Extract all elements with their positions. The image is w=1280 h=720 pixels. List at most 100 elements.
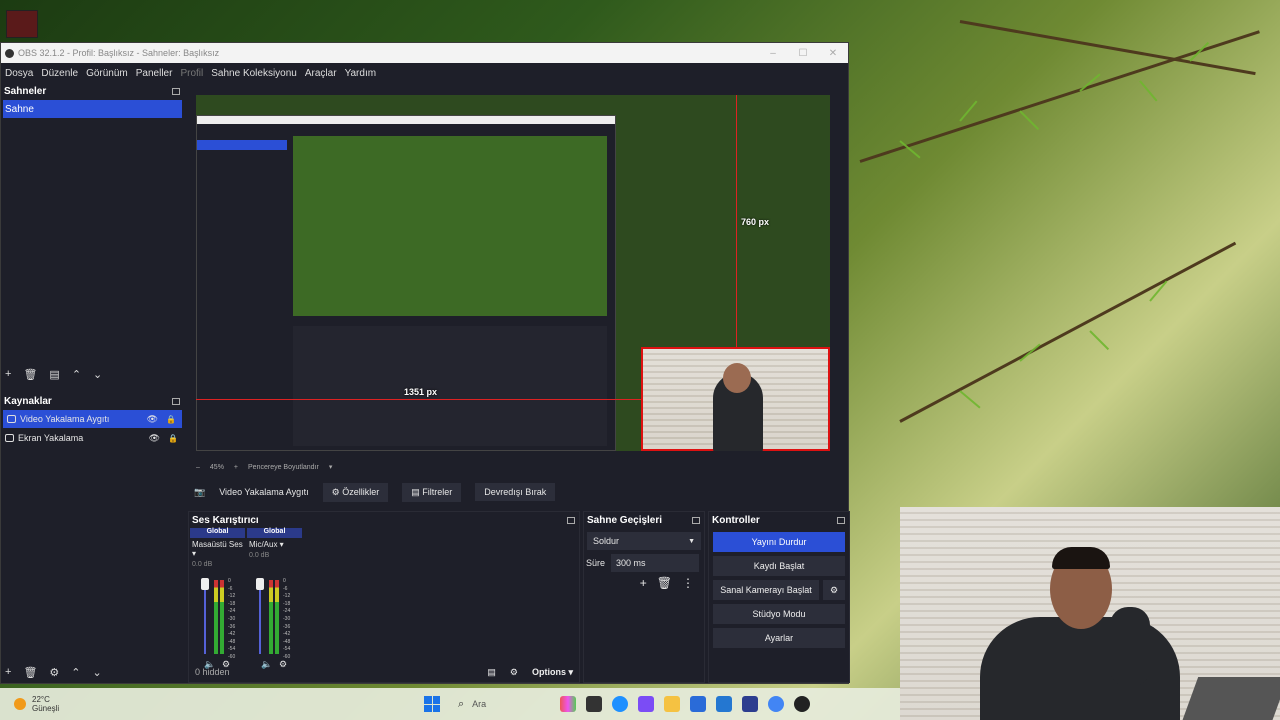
edge-icon[interactable] bbox=[612, 696, 628, 712]
fader-knob[interactable] bbox=[201, 578, 209, 590]
studio-mode-button[interactable]: Stüdyo Modu bbox=[713, 604, 845, 624]
menu-araclar[interactable]: Araçlar bbox=[301, 68, 341, 79]
properties-button[interactable]: ⚙ Özellikler bbox=[322, 482, 389, 502]
remove-scene-icon[interactable]: 🗑 bbox=[23, 368, 37, 381]
chevron-down-icon[interactable]: ▾ bbox=[329, 463, 333, 471]
volume-meter bbox=[214, 580, 218, 654]
eye-icon[interactable]: 👁 bbox=[149, 433, 160, 444]
sources-dock: Kaynaklar Video Yakalama Aygıtı 👁 🔒 Ekra… bbox=[1, 393, 184, 685]
add-transition-icon[interactable]: + bbox=[640, 576, 647, 590]
horizontal-guide-label: 1351 px bbox=[404, 387, 438, 397]
add-scene-icon[interactable]: + bbox=[5, 368, 11, 380]
filters-button[interactable]: ▤ Filtreler bbox=[402, 482, 462, 502]
remove-source-icon[interactable]: 🗑 bbox=[23, 666, 37, 679]
close-button[interactable]: ✕ bbox=[818, 48, 848, 59]
sun-icon bbox=[14, 698, 26, 710]
desktop-app-icon[interactable] bbox=[6, 10, 38, 38]
menu-duzenle[interactable]: Düzenle bbox=[37, 68, 82, 79]
window-title: OBS 32.1.2 - Profil: Başlıksız - Sahnele… bbox=[18, 48, 220, 58]
stop-stream-button[interactable]: Yayını Durdur bbox=[713, 532, 845, 552]
store-icon[interactable] bbox=[690, 696, 706, 712]
mixer-title: Ses Karıştırıcı bbox=[192, 514, 259, 526]
remove-transition-icon[interactable]: 🗑 bbox=[657, 576, 672, 590]
undock-icon[interactable] bbox=[567, 516, 575, 524]
volume-meter bbox=[275, 580, 279, 654]
more-options-icon[interactable]: ⋮ bbox=[682, 576, 694, 590]
vertical-guide bbox=[736, 95, 737, 347]
move-down-icon[interactable]: ⌄ bbox=[93, 666, 102, 679]
file-explorer-icon[interactable] bbox=[664, 696, 680, 712]
menu-gorunum[interactable]: Görünüm bbox=[82, 68, 132, 79]
webcam-overlay bbox=[900, 507, 1280, 720]
undock-icon[interactable] bbox=[837, 516, 845, 524]
undock-icon[interactable] bbox=[172, 397, 180, 405]
transition-select[interactable]: Soldur ▼ bbox=[587, 532, 701, 550]
task-view-icon[interactable] bbox=[586, 696, 602, 712]
gear-icon[interactable]: ⚙ bbox=[823, 580, 845, 600]
db-scale: 0 -6 -12 -18 -24 -30 -36 -42 -48 -54 -60 bbox=[228, 578, 236, 660]
zoom-in-icon[interactable]: + bbox=[234, 464, 238, 471]
zoom-out-icon[interactable]: – bbox=[196, 464, 200, 471]
fit-to-window[interactable]: Pencereye Boyutlandır bbox=[248, 464, 319, 471]
preview-canvas[interactable]: 760 px 1351 px bbox=[196, 95, 830, 451]
volume-fader[interactable] bbox=[259, 580, 261, 654]
search-icon: ⌕ bbox=[458, 697, 465, 710]
move-up-icon[interactable]: ⌃ bbox=[72, 368, 81, 381]
source-toolbar: 📷 Video Yakalama Aygıtı ⚙ Özellikler ▤ F… bbox=[188, 481, 850, 503]
camera-source-frame[interactable] bbox=[641, 347, 830, 451]
fader-knob[interactable] bbox=[256, 578, 264, 590]
widgets-icon[interactable] bbox=[560, 696, 576, 712]
title-bar: OBS 32.1.2 - Profil: Başlıksız - Sahnele… bbox=[1, 43, 848, 63]
menu-dosya[interactable]: Dosya bbox=[1, 68, 37, 79]
undock-icon[interactable] bbox=[692, 516, 700, 524]
lock-icon[interactable]: 🔒 bbox=[166, 415, 176, 424]
zoom-row: – 45% + Pencereye Boyutlandır ▾ bbox=[196, 463, 333, 472]
app-icon[interactable] bbox=[742, 696, 758, 712]
maximize-button[interactable]: ☐ bbox=[788, 48, 818, 59]
deactivate-button[interactable]: Devredışı Bırak bbox=[475, 483, 556, 501]
source-item-label: Ekran Yakalama bbox=[18, 433, 84, 443]
source-item[interactable]: Ekran Yakalama 👁 🔒 bbox=[1, 429, 184, 447]
weather-condition: Güneşli bbox=[32, 704, 60, 713]
scenes-dock: Sahneler Sahne + 🗑 ▤ ⌃ ⌄ bbox=[1, 83, 184, 393]
obs-taskbar-icon[interactable] bbox=[794, 696, 810, 712]
scene-filters-icon[interactable]: ▤ bbox=[49, 368, 59, 381]
windows-start-icon[interactable] bbox=[424, 696, 440, 712]
options-button[interactable]: Options ▾ bbox=[532, 667, 573, 678]
menu-yardim[interactable]: Yardım bbox=[341, 68, 381, 79]
layout-icon[interactable]: ▤ bbox=[487, 667, 496, 678]
menu-sahne-koleksiyonu[interactable]: Sahne Koleksiyonu bbox=[207, 68, 301, 79]
menu-paneller[interactable]: Paneller bbox=[132, 68, 177, 79]
duration-input[interactable]: 300 ms bbox=[611, 554, 700, 572]
move-up-icon[interactable]: ⌃ bbox=[71, 666, 80, 679]
start-recording-button[interactable]: Kaydı Başlat bbox=[713, 556, 845, 576]
menu-profil[interactable]: Profil bbox=[176, 68, 207, 79]
move-down-icon[interactable]: ⌄ bbox=[93, 368, 102, 381]
volume-fader[interactable] bbox=[204, 580, 206, 654]
obs-window: OBS 32.1.2 - Profil: Başlıksız - Sahnele… bbox=[0, 42, 850, 685]
lock-icon[interactable]: 🔒 bbox=[168, 434, 178, 443]
source-item[interactable]: Video Yakalama Aygıtı 👁 🔒 bbox=[3, 410, 182, 428]
source-properties-icon[interactable]: ⚙ bbox=[49, 666, 59, 679]
camera-icon bbox=[7, 415, 16, 423]
add-source-icon[interactable]: + bbox=[5, 666, 11, 678]
undock-icon[interactable] bbox=[172, 87, 180, 95]
db-scale: 0 -6 -12 -18 -24 -30 -36 -42 -48 -54 -60 bbox=[283, 578, 291, 660]
sources-title: Kaynaklar bbox=[4, 395, 52, 407]
minimize-button[interactable]: – bbox=[758, 48, 788, 59]
sources-toolbar: + 🗑 ⚙ ⌃ ⌄ bbox=[1, 663, 102, 681]
obs-logo-icon bbox=[5, 48, 14, 58]
scene-transitions-dock: Sahne Geçişleri Soldur ▼ Süre 300 ms + 🗑… bbox=[583, 511, 705, 683]
monitor-icon bbox=[5, 434, 14, 442]
scene-item[interactable]: Sahne bbox=[3, 100, 182, 118]
chrome-icon[interactable] bbox=[768, 696, 784, 712]
start-virtual-camera-button[interactable]: Sanal Kamerayı Başlat bbox=[713, 580, 819, 600]
copilot-icon[interactable] bbox=[638, 696, 654, 712]
mixer-settings-icon[interactable]: ⚙ bbox=[510, 667, 518, 678]
settings-button[interactable]: Ayarlar bbox=[713, 628, 845, 648]
eye-icon[interactable]: 👁 bbox=[147, 414, 158, 425]
dropbox-icon[interactable] bbox=[716, 696, 732, 712]
horizontal-guide bbox=[196, 399, 641, 400]
weather-widget[interactable]: 22°C Güneşli bbox=[14, 695, 59, 713]
taskbar-search[interactable]: ⌕ Ara bbox=[450, 694, 550, 714]
